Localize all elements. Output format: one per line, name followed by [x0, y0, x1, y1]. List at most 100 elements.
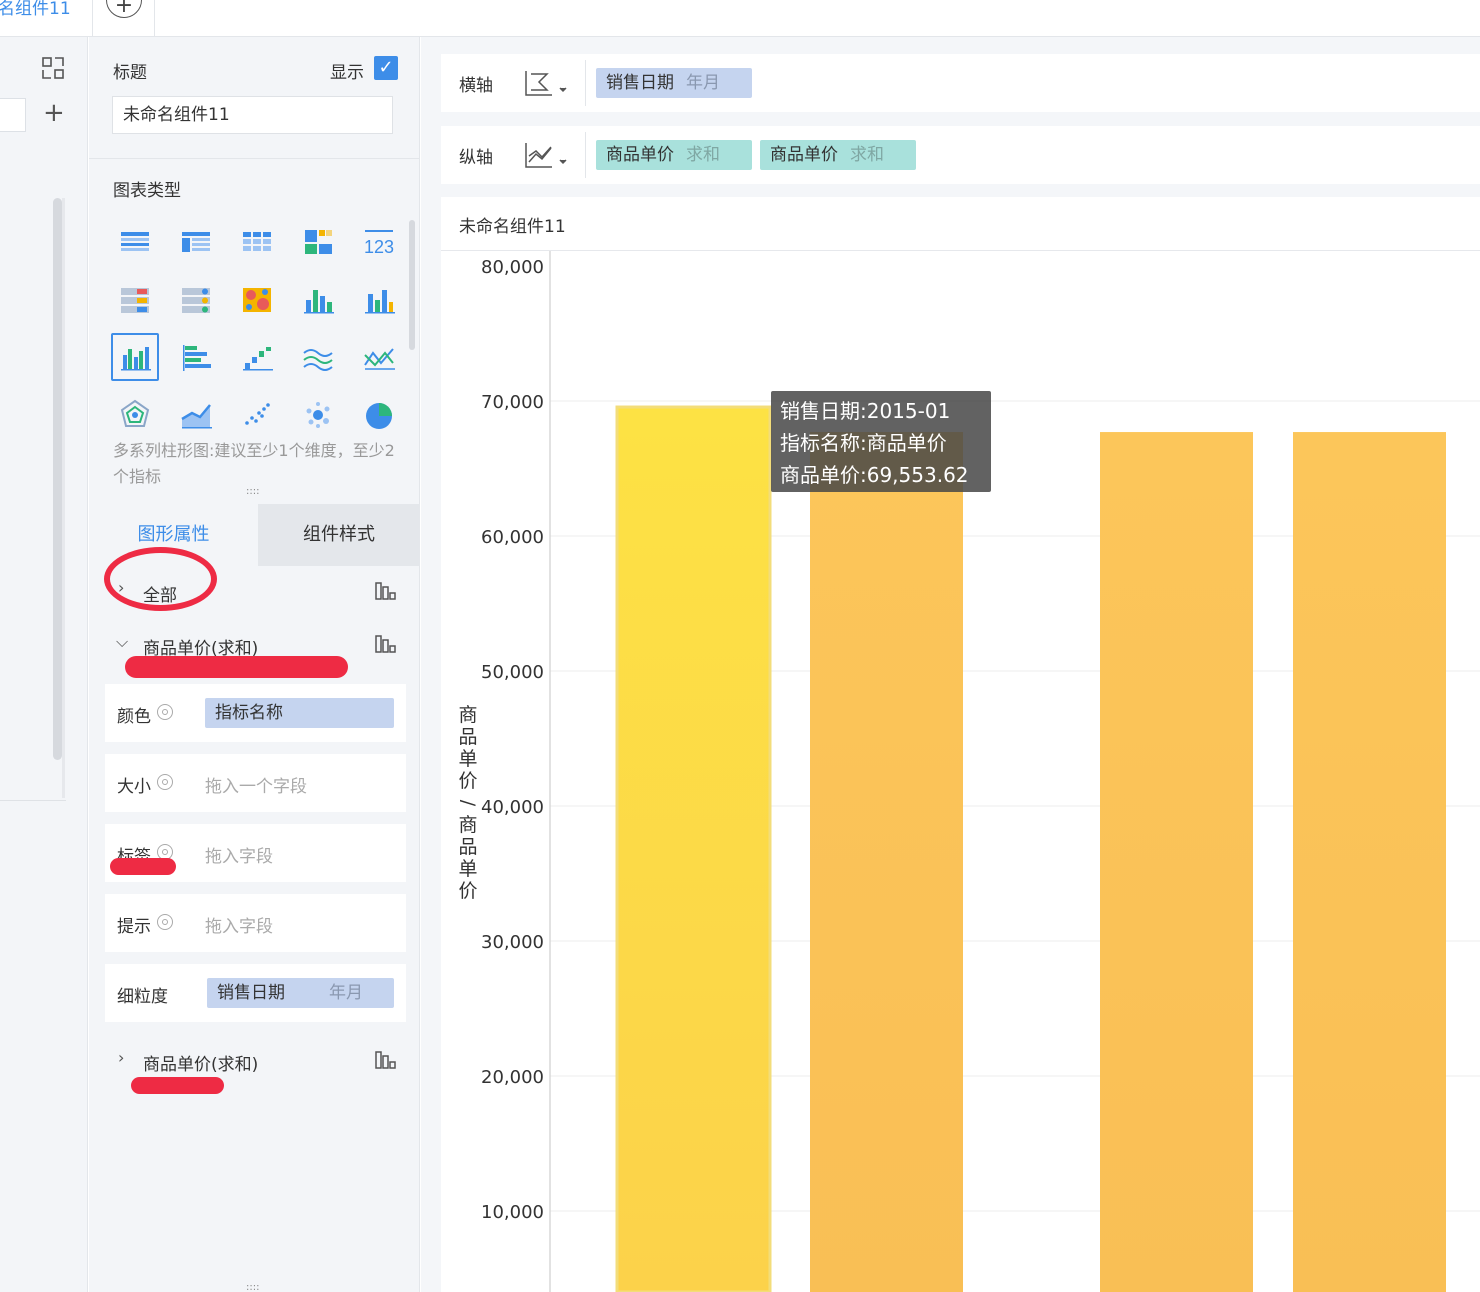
multi-series-column-icon[interactable] [115, 337, 155, 377]
color-label: 颜色 [117, 707, 151, 727]
x-axis-field-pill[interactable]: 销售日期 年月 [596, 68, 752, 98]
y-axis-title-char: 单 [458, 858, 477, 880]
tab-divider [92, 0, 93, 37]
stacked-bar-icon[interactable] [298, 280, 338, 320]
x-field-sub: 年月 [686, 73, 720, 93]
kpi-block-icon[interactable] [298, 222, 338, 262]
chart-bar [615, 405, 772, 1292]
kpi-dot-icon[interactable] [176, 280, 216, 320]
divider [89, 158, 420, 159]
annotation-underline [110, 858, 176, 875]
gear-icon[interactable] [157, 914, 173, 930]
kpi-list-icon[interactable] [115, 280, 155, 320]
annotation-underline [125, 656, 348, 678]
tip-label: 提示 [117, 917, 151, 937]
label-drop-zone[interactable]: 拖入字段 [205, 842, 273, 867]
granularity-field-pill[interactable]: 销售日期 年月 [207, 978, 394, 1008]
chart-bar [1100, 432, 1253, 1292]
y-axis-field-pill[interactable]: 商品单价 求和 [760, 140, 916, 170]
add-icon[interactable]: + [43, 100, 65, 126]
y-field-name: 商品单价 [770, 145, 838, 165]
size-field: 大小 拖入一个字段 [105, 754, 406, 812]
pie-chart-icon[interactable] [359, 395, 399, 435]
svg-text:123: 123 [364, 237, 394, 257]
divider [585, 60, 586, 106]
y-axis-title-char: / [457, 800, 479, 807]
tab-widget[interactable]: 名组件11 [0, 0, 71, 19]
show-title-checkbox[interactable]: ✓ [374, 56, 398, 80]
y-tick-label: 60,000 [481, 527, 544, 548]
annotation-circle [104, 547, 217, 611]
cross-table-icon[interactable] [176, 222, 216, 262]
number-indicator-icon[interactable]: 123 [359, 222, 399, 262]
size-label: 大小 [117, 777, 151, 797]
granularity-field-sub: 年月 [329, 983, 363, 1003]
divider [585, 132, 586, 178]
color-field-pill[interactable]: 指标名称 [205, 698, 394, 728]
component-list-strip [0, 37, 88, 1292]
area-stacked-icon[interactable] [176, 395, 216, 435]
detail-table-icon[interactable] [237, 222, 277, 262]
x-axis-row: 横轴 销售日期 年月 [441, 54, 1480, 112]
y-field-sub: 求和 [686, 145, 720, 165]
granularity-field: 细粒度 销售日期 年月 [105, 964, 406, 1022]
axis-type-icon[interactable] [523, 140, 567, 170]
waterfall-chart-icon[interactable] [237, 337, 277, 377]
search-input[interactable] [0, 98, 26, 132]
y-axis-title-char: 品 [458, 726, 477, 748]
y-tick-label: 10,000 [481, 1202, 544, 1223]
scrollbar[interactable] [53, 198, 62, 760]
color-field: 颜色 指标名称 [105, 684, 406, 742]
scatter-chart-icon[interactable] [237, 395, 277, 435]
gear-icon[interactable] [157, 704, 173, 720]
table-icon[interactable] [115, 222, 155, 262]
y-field-name: 商品单价 [606, 145, 674, 165]
bar-type-icon[interactable] [374, 580, 398, 602]
tab-component-style[interactable]: 组件样式 [258, 504, 420, 566]
bar-type-icon[interactable] [374, 1049, 398, 1071]
line-chart-icon[interactable] [359, 337, 399, 377]
chart-type-label: 图表类型 [113, 181, 181, 201]
y-tick-label: 40,000 [481, 797, 544, 818]
title-label: 标题 [113, 63, 147, 83]
tab-divider [154, 0, 155, 37]
chart-bar [1293, 432, 1446, 1292]
bar-chart-icon[interactable] [176, 337, 216, 377]
y-axis-row: 纵轴 商品单价 求和 商品单价 求和 [441, 126, 1480, 184]
resize-handle[interactable]: :::: [246, 1282, 259, 1292]
series-label[interactable]: 商品单价(求和) [143, 1050, 258, 1075]
x-axis-label: 横轴 [459, 76, 493, 96]
axis-type-icon[interactable] [523, 68, 567, 98]
tab-bar [0, 0, 1480, 37]
tooltip-metric: 指标名称:商品单价 [780, 431, 947, 455]
heatmap-icon[interactable] [237, 280, 277, 320]
radar-chart-icon[interactable] [115, 395, 155, 435]
show-title-label: 显示 [330, 63, 364, 83]
y-field-sub: 求和 [850, 145, 884, 165]
chevron-down-icon[interactable]: ⌵ [116, 632, 128, 652]
y-tick-label: 80,000 [481, 257, 544, 278]
bubble-chart-icon[interactable] [298, 395, 338, 435]
area-chart-icon[interactable] [298, 337, 338, 377]
y-axis-field-pill[interactable]: 商品单价 求和 [596, 140, 752, 170]
scrollbar-track [62, 198, 65, 798]
tip-drop-zone[interactable]: 拖入字段 [205, 912, 273, 937]
chevron-right-icon[interactable]: › [118, 1048, 124, 1067]
title-input[interactable]: 未命名组件11 [112, 96, 393, 134]
y-axis-title-char: 单 [458, 748, 477, 770]
y-axis-title-char: 价 [458, 770, 477, 792]
widget-title: 未命名组件11 [459, 217, 566, 237]
bar-type-icon[interactable] [374, 633, 398, 655]
y-tick-label: 50,000 [481, 662, 544, 683]
y-axis-title-char: 商 [458, 814, 477, 836]
scrollbar[interactable] [409, 220, 415, 350]
layout-switch-icon[interactable] [41, 56, 65, 80]
y-tick-label: 70,000 [481, 392, 544, 413]
size-drop-zone[interactable]: 拖入一个字段 [205, 772, 307, 797]
resize-handle[interactable]: :::: [246, 486, 259, 497]
chart-tooltip: 销售日期:2015-01 指标名称:商品单价 商品单价:69,553.62 [771, 391, 991, 492]
y-tick-label: 30,000 [481, 932, 544, 953]
gear-icon[interactable] [157, 774, 173, 790]
column-chart-icon[interactable] [359, 280, 399, 320]
granularity-field-name: 销售日期 [217, 983, 285, 1003]
